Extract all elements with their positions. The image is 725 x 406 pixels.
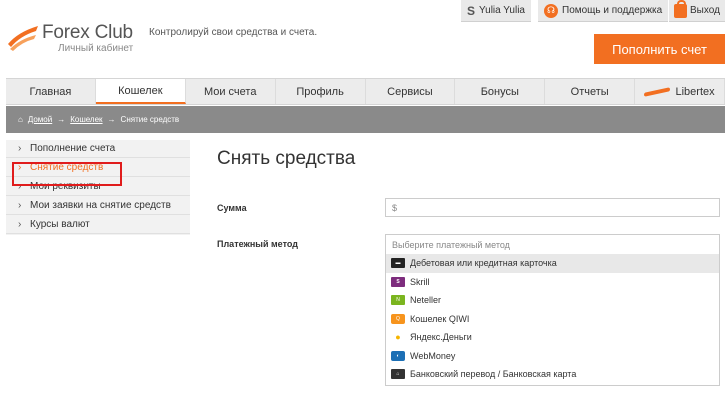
nav-profile[interactable]: Профиль — [276, 79, 366, 104]
tagline: Контролируй свои средства и счета. — [149, 27, 318, 38]
option-label: Кошелек QIWI — [410, 313, 470, 324]
qiwi-icon: Q — [391, 313, 405, 324]
sidebar-item-label: Пополнение счета — [30, 143, 116, 154]
brand-logo[interactable]: Forex Club Личный кабинет — [6, 20, 146, 60]
main-nav: Главная Кошелек Мои счета Профиль Сервис… — [6, 78, 725, 105]
nav-services[interactable]: Сервисы — [366, 79, 456, 104]
page-title: Снять средства — [217, 148, 356, 169]
payment-option-neteller[interactable]: N Neteller — [386, 291, 719, 310]
breadcrumb-separator: → — [57, 115, 66, 124]
forex-club-logo-icon — [8, 26, 38, 51]
nav-wallet[interactable]: Кошелек — [95, 79, 186, 104]
breadcrumb-wallet[interactable]: Кошелек — [70, 115, 102, 124]
option-label: Дебетовая или кредитная карточка — [410, 258, 557, 269]
nav-accounts[interactable]: Мои счета — [186, 79, 276, 104]
libertex-logo-icon — [644, 88, 670, 96]
breadcrumb-separator: → — [107, 115, 116, 124]
neteller-icon: N — [391, 295, 405, 306]
chevron-right-icon: › — [18, 143, 22, 154]
help-label: Помощь и поддержка — [562, 5, 663, 16]
help-button[interactable]: ☊ Помощь и поддержка — [538, 0, 669, 22]
payment-option-qiwi[interactable]: Q Кошелек QIWI — [386, 310, 719, 329]
sidebar-item-label: Мои заявки на снятие средств — [30, 200, 171, 211]
bank-icon: ⌂ — [391, 369, 405, 380]
breadcrumb-current: Снятие средств — [120, 115, 180, 124]
payment-option-card[interactable]: ▬ Дебетовая или кредитная карточка — [386, 254, 719, 273]
brand-name: Forex Club — [42, 22, 133, 43]
webmoney-icon: ◐ — [391, 350, 405, 361]
payment-method-placeholder[interactable]: Выберите платежный метод — [386, 235, 719, 254]
payment-option-webmoney[interactable]: ◐ WebMoney — [386, 347, 719, 366]
option-label: Neteller — [410, 295, 442, 306]
nav-reports-label: Отчеты — [570, 85, 609, 98]
amount-input[interactable]: $ — [385, 198, 720, 217]
sidebar-item-withdraw-requests[interactable]: › Мои заявки на снятие средств — [6, 197, 190, 215]
home-icon[interactable]: ⌂ — [18, 115, 23, 124]
nav-reports[interactable]: Отчеты — [545, 79, 636, 104]
option-label: Skrill — [410, 276, 430, 287]
sidebar-item-exchange-rates[interactable]: › Курсы валют — [6, 216, 190, 234]
chevron-right-icon: › — [18, 219, 22, 230]
highlight-box — [12, 162, 122, 186]
breadcrumb-home[interactable]: Домой — [28, 115, 52, 124]
deposit-button[interactable]: Пополнить счет — [594, 34, 725, 64]
nav-wallet-label: Кошелек — [118, 84, 163, 97]
sidebar-item-deposit[interactable]: › Пополнение счета — [6, 140, 190, 158]
card-icon: ▬ — [391, 258, 405, 269]
nav-home[interactable]: Главная — [6, 79, 96, 104]
nav-bonuses[interactable]: Бонусы — [455, 79, 546, 104]
nav-services-label: Сервисы — [387, 85, 433, 98]
option-label: WebMoney — [410, 350, 456, 361]
payment-method-dropdown[interactable]: Выберите платежный метод ▬ Дебетовая или… — [385, 234, 720, 386]
nav-profile-label: Профиль — [296, 85, 344, 98]
amount-label: Сумма — [217, 203, 247, 213]
lock-icon — [674, 0, 687, 18]
nav-home-label: Главная — [29, 85, 72, 98]
sidebar-item-label: Курсы валют — [30, 219, 90, 230]
nav-libertex[interactable]: Libertex — [635, 79, 725, 104]
payment-option-yandex[interactable]: ● Яндекс.Деньги — [386, 328, 719, 347]
nav-libertex-label: Libertex — [675, 85, 715, 98]
yandex-money-icon: ● — [391, 332, 405, 343]
skrill-icon: S — [391, 276, 405, 287]
user-menu[interactable]: S Yulia Yulia — [461, 0, 531, 22]
breadcrumb: ⌂ Домой → Кошелек → Снятие средств — [6, 106, 725, 133]
payment-option-skrill[interactable]: S Skrill — [386, 273, 719, 292]
option-label: Банковский перевод / Банковская карта — [410, 369, 577, 380]
header: Forex Club Личный кабинет Контролируй св… — [0, 0, 725, 78]
user-s-icon: S — [467, 3, 476, 18]
user-name: Yulia Yulia — [479, 5, 525, 16]
headset-icon: ☊ — [544, 3, 558, 18]
option-label: Яндекс.Деньги — [410, 332, 472, 343]
logout-button[interactable]: Выход — [669, 0, 725, 22]
payment-method-label: Платежный метод — [217, 239, 298, 249]
chevron-right-icon: › — [18, 200, 22, 211]
nav-accounts-label: Мои счета — [203, 85, 257, 98]
brand-subtitle: Личный кабинет — [58, 43, 134, 54]
payment-option-bank[interactable]: ⌂ Банковский перевод / Банковская карта — [386, 365, 719, 384]
nav-bonuses-label: Бонусы — [480, 85, 519, 98]
sidebar: › Пополнение счета › Снятие средств › Мо… — [6, 140, 190, 235]
logout-label: Выход — [690, 5, 720, 16]
